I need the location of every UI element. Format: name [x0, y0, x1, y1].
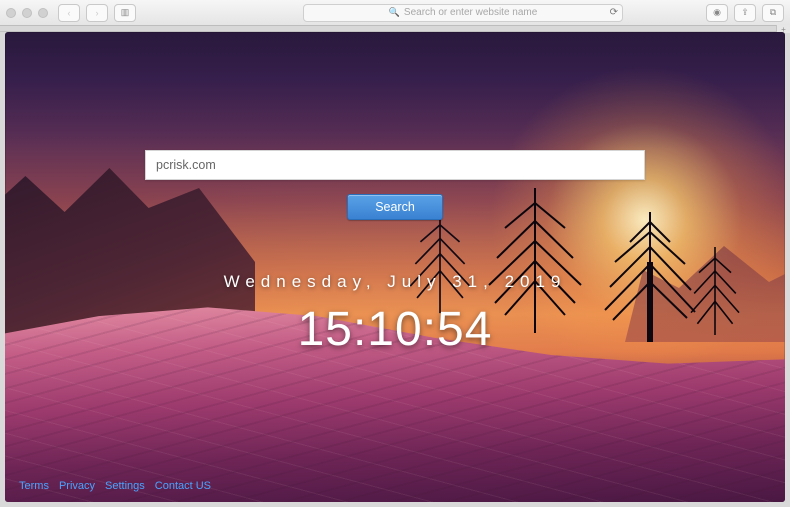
search-input[interactable]	[145, 150, 645, 180]
close-window-icon[interactable]	[6, 8, 16, 18]
zoom-window-icon[interactable]	[38, 8, 48, 18]
back-button[interactable]: ‹	[58, 4, 80, 22]
address-bar-placeholder: Search or enter website name	[404, 7, 537, 18]
page-content: Search Wednesday, July 31, 2019 15:10:54…	[5, 32, 785, 502]
sidebar-button[interactable]: ▥	[114, 4, 136, 22]
toolbar-right: ◉ ⇪ ⧉	[706, 4, 784, 22]
search-button[interactable]: Search	[347, 194, 443, 220]
date-display: Wednesday, July 31, 2019	[5, 272, 785, 292]
forward-button[interactable]: ›	[86, 4, 108, 22]
downloads-icon: ◉	[713, 7, 721, 18]
footer-link-settings[interactable]: Settings	[105, 480, 145, 492]
window-controls	[6, 8, 48, 18]
sidebar-icon: ▥	[121, 7, 130, 18]
footer-link-privacy[interactable]: Privacy	[59, 480, 95, 492]
share-button[interactable]: ⇪	[734, 4, 756, 22]
downloads-button[interactable]: ◉	[706, 4, 728, 22]
minimize-window-icon[interactable]	[22, 8, 32, 18]
search-icon: 🔍	[389, 7, 400, 18]
tabs-icon: ⧉	[770, 7, 776, 18]
chevron-right-icon: ›	[96, 8, 99, 18]
chevron-left-icon: ‹	[68, 8, 71, 18]
share-icon: ⇪	[741, 7, 749, 18]
time-display: 15:10:54	[5, 302, 785, 357]
browser-toolbar: ‹ › ▥ 🔍 Search or enter website name ⟳ ◉…	[0, 0, 790, 26]
address-bar[interactable]: 🔍 Search or enter website name ⟳	[303, 4, 623, 22]
footer-link-contact[interactable]: Contact US	[155, 480, 211, 492]
footer-link-terms[interactable]: Terms	[19, 480, 49, 492]
show-tabs-button[interactable]: ⧉	[762, 4, 784, 22]
reload-button[interactable]: ⟳	[610, 7, 618, 18]
footer-links: Terms Privacy Settings Contact US	[19, 480, 211, 492]
search-panel: Search	[145, 150, 645, 220]
